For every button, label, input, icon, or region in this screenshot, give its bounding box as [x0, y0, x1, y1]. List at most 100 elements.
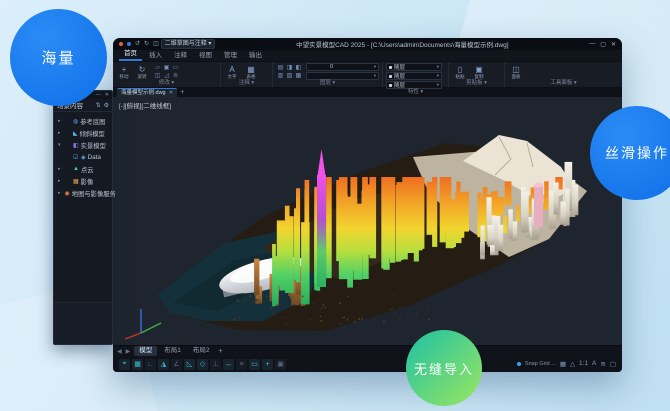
tree-item[interactable]: ▾ ◧ 实景模型: [56, 139, 110, 151]
group-label[interactable]: 修改 ▾: [116, 80, 217, 87]
status-tool-icon[interactable]: △: [570, 360, 575, 368]
viewport-controls[interactable]: [-][俯视][二维线框]: [119, 100, 171, 110]
layout-tab[interactable]: 布局1: [159, 346, 186, 356]
bylayer-select[interactable]: 随层 ▾: [386, 63, 442, 71]
layer-tool-icon[interactable]: ◨: [285, 64, 294, 72]
maximize-button[interactable]: ▢: [600, 41, 606, 48]
tree-item[interactable]: ☑ ◈ Data: [56, 151, 110, 163]
status-tool-icon[interactable]: ▦: [560, 360, 566, 368]
layer-tool-icon[interactable]: ▥: [276, 72, 285, 80]
group-label[interactable]: 特性 ▾: [386, 89, 445, 96]
layer-tool-icon[interactable]: ▩: [294, 72, 303, 80]
scene-content-palette: — ✕ 场景内容 ⇅ ⚙ ▸ ◍ 参考底图 ▸ ◣ 倾斜模型 ▾: [53, 90, 113, 345]
expand-arrow-icon[interactable]: ▸: [58, 166, 63, 172]
layer-tool-icon[interactable]: ▤: [276, 64, 285, 72]
status-tool-icon[interactable]: 1:1: [579, 360, 588, 368]
ribbon-group-layers: ▤◨◧ ▥▨▩ 0 ▾ ▾ 图层 ▾: [273, 62, 383, 87]
status-toggle-icon[interactable]: ◺: [184, 359, 195, 370]
layer-tool-icon[interactable]: ◧: [294, 64, 303, 72]
group-label[interactable]: 剪贴板 ▾: [452, 80, 501, 87]
group-label[interactable]: 注释 ▾: [224, 80, 269, 87]
status-toggle-icon[interactable]: ⊥: [210, 359, 221, 370]
badge-massive: 海量: [10, 9, 107, 106]
tool-icon: ▣: [475, 65, 483, 74]
expand-arrow-icon[interactable]: ▸: [58, 190, 61, 196]
expand-arrow-icon[interactable]: ▸: [58, 118, 63, 124]
sort-icon[interactable]: ⇅: [96, 102, 101, 109]
layout-tab[interactable]: 布局2: [188, 346, 215, 356]
ribbon-button[interactable]: ◫ 面板: [508, 65, 524, 79]
tree-item[interactable]: ▸ ▦ 影像: [56, 175, 110, 187]
bylayer-select[interactable]: 随层 ▾: [386, 81, 442, 89]
next-layout-icon[interactable]: ▶: [126, 348, 131, 355]
status-toggle-icon[interactable]: ⌖: [119, 359, 130, 370]
modify-tool-icon[interactable]: ≋: [171, 72, 180, 80]
ribbon-tab[interactable]: 首页: [119, 49, 142, 61]
modify-tool-icon[interactable]: ▭: [171, 64, 180, 72]
pink-tower: [534, 183, 543, 228]
layer-color-chip: [324, 65, 328, 69]
gear-icon[interactable]: ⚙: [104, 102, 109, 109]
status-toggle-icon[interactable]: ∟: [145, 359, 156, 370]
tree-item[interactable]: ▸ ◉ 地图与影像服务: [56, 187, 110, 199]
save-icon[interactable]: ◫: [153, 38, 159, 50]
group-label[interactable]: 图层 ▾: [276, 80, 379, 87]
ribbon-button[interactable]: + 移动: [116, 65, 132, 79]
expand-arrow-icon[interactable]: ▸: [58, 178, 63, 184]
ribbon-button[interactable]: ▯ 粘贴: [452, 65, 468, 79]
status-toggle-icon[interactable]: ▣: [275, 359, 286, 370]
bylayer-select[interactable]: 随层 ▾: [386, 72, 442, 80]
layout-tab[interactable]: 模型: [134, 346, 157, 356]
minimize-button[interactable]: —: [589, 41, 595, 48]
status-toggle-icon[interactable]: ↔: [223, 359, 234, 370]
status-toggle-icon[interactable]: ◮: [158, 359, 169, 370]
modify-tool-icon[interactable]: ◫: [153, 72, 162, 80]
prev-layout-icon[interactable]: ◀: [117, 348, 122, 355]
group-label[interactable]: 工具面板 ▾: [508, 80, 619, 87]
tree-item[interactable]: ▸ ◣ 倾斜模型: [56, 127, 110, 139]
layer-select[interactable]: 0 ▾: [306, 63, 379, 71]
add-layout-button[interactable]: +: [219, 348, 223, 355]
status-tool-icon[interactable]: ▢: [610, 360, 616, 368]
tree-item[interactable]: ▸ ▲ 点云: [56, 163, 110, 175]
status-tool-icon[interactable]: ≋: [600, 360, 605, 368]
drawing-viewport[interactable]: [-][俯视][二维线框]: [113, 97, 622, 345]
ribbon-tab[interactable]: 注释: [169, 51, 192, 61]
ribbon: + 移动 ↻ 旋转 ▱▣▭◫◿≋ 修改 ▾ A 文字: [113, 62, 622, 88]
tool-icon: ▦: [247, 65, 255, 74]
modify-tool-icon[interactable]: ▱: [153, 64, 162, 72]
status-toggle-icon[interactable]: ▭: [249, 359, 260, 370]
workspace-switcher[interactable]: 二维草图与注释 ▾: [161, 39, 216, 49]
ribbon-group-annotate: A 文字 ▦ 表格 注释 ▾: [221, 62, 273, 87]
new-tab-button[interactable]: +: [180, 89, 184, 97]
document-tab[interactable]: 海量模型示例.dwg ✕: [117, 88, 177, 97]
ribbon-button[interactable]: ▣ 复制: [471, 65, 487, 79]
close-button[interactable]: ✕: [611, 41, 616, 48]
expand-arrow-icon[interactable]: ▾: [58, 142, 63, 148]
status-tool-icon[interactable]: A: [592, 360, 596, 368]
tree-item[interactable]: ▸ ◍ 参考底图: [56, 115, 110, 127]
status-toggle-icon[interactable]: ∠: [171, 359, 182, 370]
palette-close-icon[interactable]: ✕: [105, 92, 109, 98]
ribbon-button[interactable]: ▦ 表格: [243, 65, 259, 79]
modify-tool-icon[interactable]: ▣: [162, 64, 171, 72]
ribbon-tab[interactable]: 视图: [194, 51, 217, 61]
status-toggle-icon[interactable]: ≡: [236, 359, 247, 370]
ribbon-button[interactable]: ↻ 旋转: [134, 65, 150, 79]
status-toggle-icon[interactable]: ▦: [132, 359, 143, 370]
close-tab-icon[interactable]: ✕: [169, 89, 174, 97]
expand-arrow-icon[interactable]: ▸: [58, 130, 63, 136]
visibility-checkbox[interactable]: ☑: [73, 154, 79, 161]
ribbon-tab[interactable]: 输出: [244, 51, 267, 61]
layer-type-icon: ▲: [73, 166, 79, 172]
modify-tool-icon[interactable]: ◿: [162, 72, 171, 80]
status-toggle-icon[interactable]: ◇: [197, 359, 208, 370]
ribbon-button[interactable]: A 文字: [224, 65, 240, 79]
status-toggle-icon[interactable]: +: [262, 359, 273, 370]
layer-state-select[interactable]: ▾: [306, 72, 379, 80]
redo-icon[interactable]: ↻: [144, 38, 149, 50]
palette-minimize-icon[interactable]: —: [96, 92, 101, 98]
ribbon-tab[interactable]: 插入: [144, 51, 167, 61]
ribbon-tab[interactable]: 管理: [219, 51, 242, 61]
layer-tool-icon[interactable]: ▨: [285, 72, 294, 80]
